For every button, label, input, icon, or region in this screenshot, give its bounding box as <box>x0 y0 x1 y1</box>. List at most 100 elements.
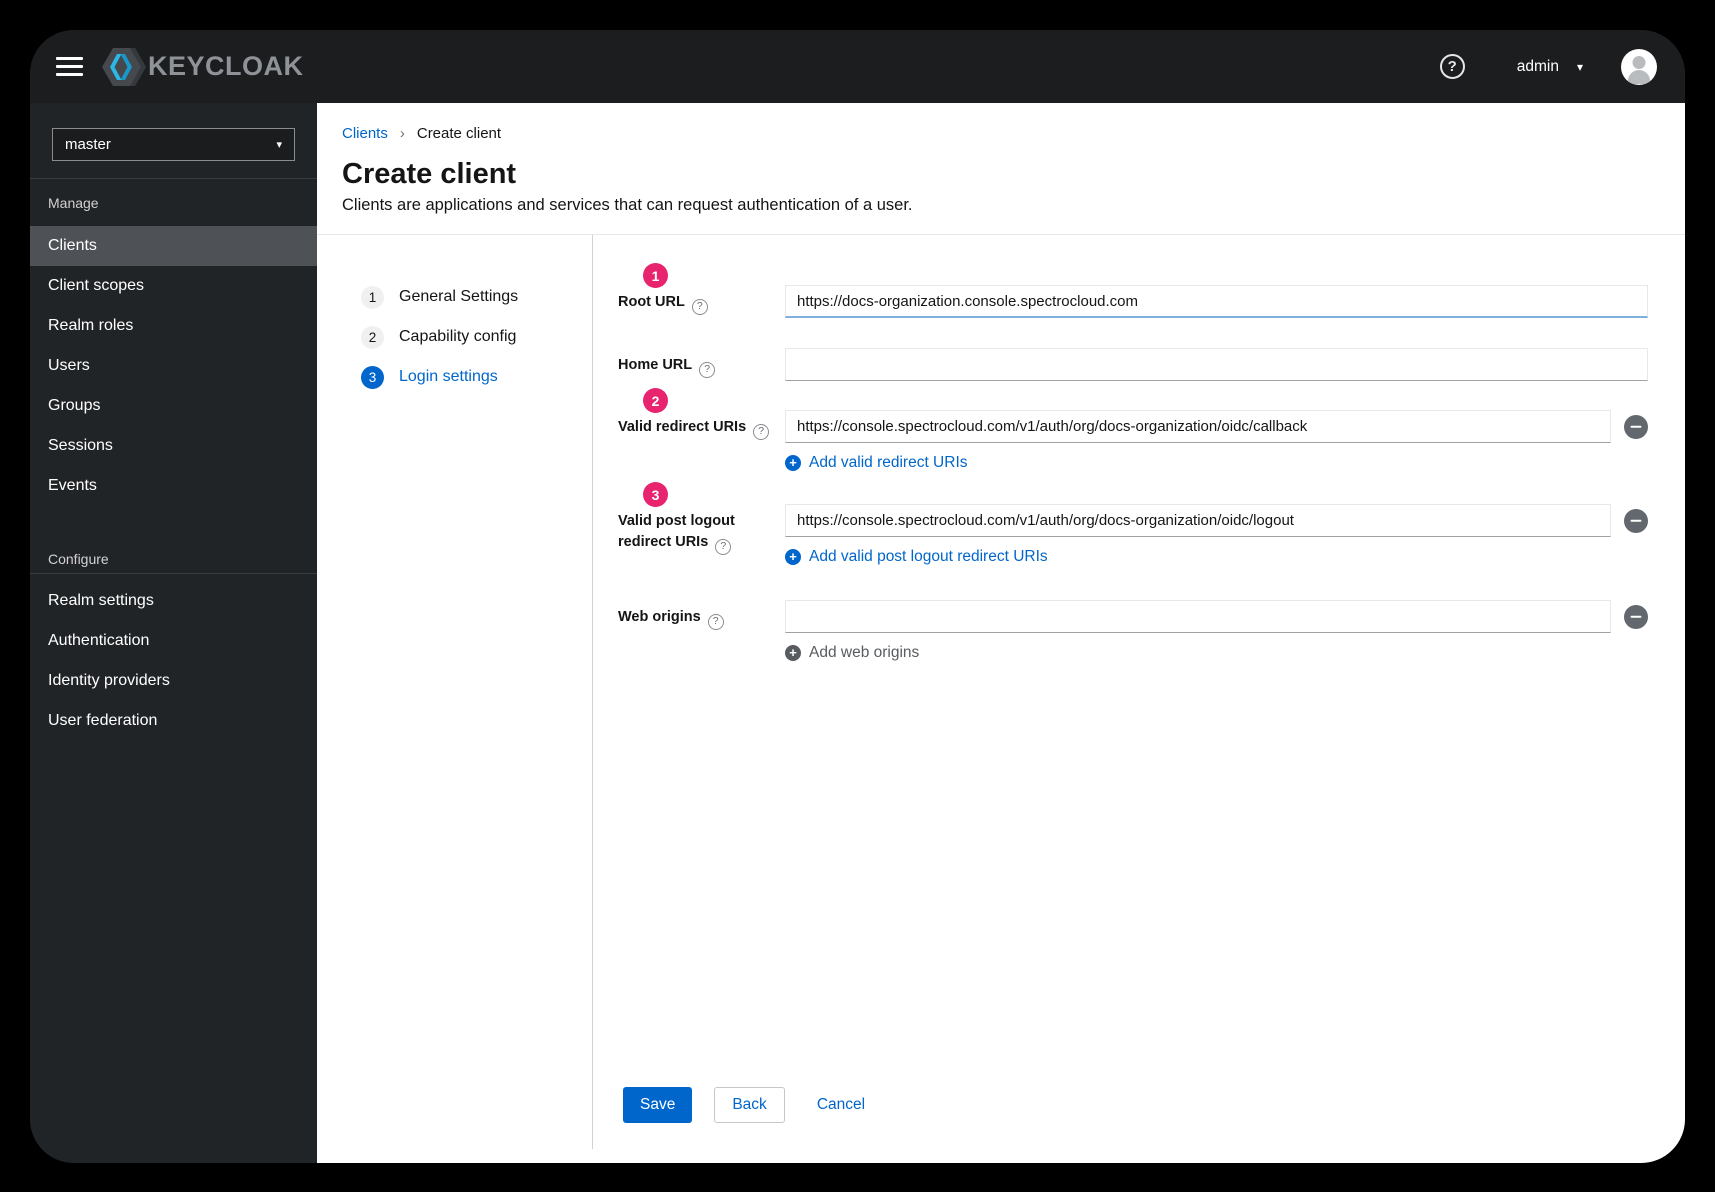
sidebar-divider <box>30 573 317 574</box>
avatar-head-icon <box>1632 55 1646 69</box>
content-area: Clients › Create client Create client Cl… <box>317 103 1685 1163</box>
breadcrumb-separator-icon: › <box>399 124 405 142</box>
post-logout-uri-input[interactable] <box>785 504 1611 537</box>
sidebar-item-identity-providers[interactable]: Identity providers <box>30 661 317 701</box>
add-post-logout-uri-link[interactable]: Add valid post logout redirect URIs <box>785 548 1648 566</box>
wizard-step-login-settings[interactable]: 3 Login settings <box>361 357 592 397</box>
avatar-body-icon <box>1628 69 1650 84</box>
web-origins-label-text: Web origins <box>618 609 701 625</box>
plus-icon <box>785 549 801 565</box>
sidebar-item-clients[interactable]: Clients <box>30 226 317 266</box>
username-label[interactable]: admin <box>1517 58 1559 76</box>
realm-select[interactable]: master ▾ <box>52 128 295 161</box>
page-header: Clients › Create client Create client Cl… <box>317 103 1685 235</box>
sidebar-item-user-federation[interactable]: User federation <box>30 701 317 741</box>
plus-icon <box>785 645 801 661</box>
form-field-root-url: 1 Root URL? <box>618 263 1648 318</box>
back-button[interactable]: Back <box>714 1087 785 1123</box>
wizard-step-capability-config[interactable]: 2 Capability config <box>361 317 592 357</box>
add-web-origins-link[interactable]: Add web origins <box>785 644 1648 662</box>
sidebar-item-realm-settings[interactable]: Realm settings <box>30 581 317 621</box>
minus-icon <box>1630 615 1642 618</box>
web-origins-input[interactable] <box>785 600 1611 633</box>
form-actions: Save Back Cancel <box>623 1087 865 1123</box>
home-url-label-text: Home URL <box>618 357 693 373</box>
help-icon[interactable]: ? <box>715 538 732 555</box>
annotation-badge-3: 3 <box>643 482 668 507</box>
add-web-origins-label: Add web origins <box>809 644 920 661</box>
add-post-logout-uri-label: Add valid post logout redirect URIs <box>809 548 1048 565</box>
sidebar-item-authentication[interactable]: Authentication <box>30 621 317 661</box>
plus-icon <box>785 455 801 471</box>
valid-redirect-uri-input[interactable] <box>785 410 1611 443</box>
form-field-valid-redirect-uris: 2 Valid redirect URIs? Add valid re <box>618 388 1648 472</box>
login-settings-form: 1 Root URL? Home URL? <box>593 235 1685 1163</box>
valid-redirect-uris-label-text: Valid redirect URIs <box>618 419 747 435</box>
remove-post-logout-uri-button[interactable] <box>1624 508 1648 533</box>
root-url-label-text: Root URL <box>618 294 685 310</box>
form-field-home-url: Home URL? <box>618 348 1648 381</box>
help-icon[interactable]: ? <box>707 613 724 630</box>
form-field-valid-post-logout-redirect-uris: 3 Valid post logout redirect URIs? https… <box>618 482 1648 566</box>
valid-redirect-uris-label: Valid redirect URIs? <box>618 410 785 472</box>
nav-list-manage: Clients Client scopes Realm roles Users … <box>30 226 317 506</box>
remove-redirect-uri-button[interactable] <box>1624 414 1648 439</box>
sidebar-item-events[interactable]: Events <box>30 466 317 506</box>
keycloak-logo: KEYCLOAK <box>101 47 304 87</box>
help-icon[interactable]: ? <box>1439 54 1465 79</box>
realm-select-value: master <box>65 136 111 153</box>
save-button[interactable]: Save <box>623 1087 693 1123</box>
step-number: 2 <box>361 325 384 349</box>
annotation-badge-1: 1 <box>643 263 668 288</box>
wizard-form: 1 General Settings 2 Capability config 3… <box>317 235 1685 1163</box>
main-area: master ▾ Manage Clients Client scopes Re… <box>30 103 1685 1163</box>
minus-icon <box>1630 519 1642 522</box>
page-title: Create client <box>342 158 517 190</box>
web-origins-label: Web origins? <box>618 600 785 662</box>
add-valid-redirect-uri-link[interactable]: Add valid redirect URIs <box>785 454 1648 472</box>
nav-section-manage: Manage <box>48 195 99 211</box>
avatar[interactable] <box>1621 48 1657 85</box>
step-number: 1 <box>361 285 384 309</box>
sidebar-item-realm-roles[interactable]: Realm roles <box>30 306 317 346</box>
brand-text: KEYCLOAK <box>148 51 304 81</box>
cancel-button[interactable]: Cancel <box>817 1087 865 1123</box>
help-icon[interactable]: ? <box>691 298 708 315</box>
hamburger-menu-icon[interactable] <box>56 57 83 76</box>
wizard-steps: 1 General Settings 2 Capability config 3… <box>317 235 593 1149</box>
minus-icon <box>1630 425 1642 428</box>
help-icon[interactable]: ? <box>753 423 770 440</box>
chevron-down-icon[interactable]: ▾ <box>1577 60 1583 74</box>
help-icon[interactable]: ? <box>699 361 716 378</box>
sidebar-item-sessions[interactable]: Sessions <box>30 426 317 466</box>
wizard-step-general-settings[interactable]: 1 General Settings <box>361 277 592 317</box>
valid-post-logout-label: Valid post logout redirect URIs? <box>618 504 785 566</box>
add-valid-redirect-uri-label: Add valid redirect URIs <box>809 454 968 471</box>
remove-web-origin-button[interactable] <box>1624 604 1648 629</box>
breadcrumb: Clients › Create client <box>342 124 1645 142</box>
step-label: Capability config <box>399 328 517 345</box>
home-url-input[interactable] <box>785 348 1648 381</box>
sidebar-item-client-scopes[interactable]: Client scopes <box>30 266 317 306</box>
chevron-down-icon: ▾ <box>276 139 282 151</box>
home-url-label: Home URL? <box>618 348 785 381</box>
app-window: KEYCLOAK ? admin ▾ master ▾ Manage Clien… <box>30 30 1685 1163</box>
page-subtitle: Clients are applications and services th… <box>342 196 913 214</box>
sidebar-item-users[interactable]: Users <box>30 346 317 386</box>
top-bar: KEYCLOAK ? admin ▾ <box>30 30 1685 103</box>
step-label: Login settings <box>399 368 498 385</box>
step-label: General Settings <box>399 288 519 305</box>
topbar-right: ? admin ▾ <box>1439 48 1657 85</box>
realm-selector-block: master ▾ <box>30 103 317 179</box>
nav-list-configure: Realm settings Authentication Identity p… <box>30 581 317 741</box>
step-number: 3 <box>361 365 384 389</box>
breadcrumb-current: Create client <box>416 124 502 142</box>
keycloak-hexagon-icon <box>102 47 146 86</box>
sidebar-item-groups[interactable]: Groups <box>30 386 317 426</box>
breadcrumb-clients-link[interactable]: Clients <box>342 125 388 142</box>
annotation-badge-2: 2 <box>643 388 668 413</box>
root-url-input[interactable] <box>785 285 1648 318</box>
nav-section-configure: Configure <box>48 551 109 567</box>
root-url-label: Root URL? <box>618 285 785 318</box>
sidebar: master ▾ Manage Clients Client scopes Re… <box>30 103 317 1163</box>
